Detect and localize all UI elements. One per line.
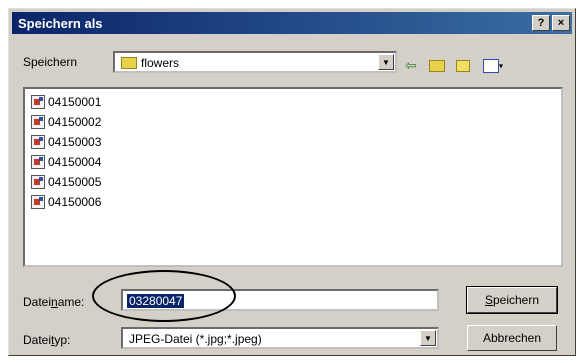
file-name-label-accel: n — [51, 295, 58, 309]
list-item[interactable]: 04150003 — [31, 133, 101, 151]
file-name: 04150003 — [48, 135, 102, 149]
file-name-label-pre: Datei — [23, 295, 52, 309]
close-button[interactable]: × — [552, 15, 570, 31]
file-type-value: JPEG-Datei (*.jpg;*.jpeg) — [129, 332, 262, 346]
save-in-label: Speichern — [23, 55, 78, 69]
file-name: 04150002 — [48, 115, 102, 129]
file-type-label-post: yp: — [54, 333, 71, 347]
file-type-combo[interactable]: JPEG-Datei (*.jpg;*.jpeg) ▼ — [121, 327, 439, 349]
list-item[interactable]: 04150004 — [31, 153, 101, 171]
image-file-icon — [31, 115, 45, 129]
view-menu-icon[interactable]: ▾ — [479, 55, 507, 75]
cancel-button[interactable]: Abbrechen — [467, 325, 557, 351]
file-list[interactable]: 04150001 04150002 04150003 04150004 0415… — [23, 87, 563, 267]
title-bar[interactable]: Speichern als ? × — [12, 12, 572, 34]
save-button-accel: S — [484, 293, 493, 307]
list-item[interactable]: 04150006 — [31, 193, 101, 211]
save-as-dialog: Speichern als ? × Speichern flowers ▼ ⇦ … — [8, 8, 576, 356]
image-file-icon — [31, 195, 45, 209]
help-button[interactable]: ? — [532, 15, 550, 31]
list-item[interactable]: 04150002 — [31, 113, 101, 131]
file-name-label: Dateiname: — [23, 295, 84, 309]
dialog-title: Speichern als — [18, 16, 103, 31]
up-folder-icon[interactable] — [427, 55, 447, 75]
folder-icon — [121, 57, 137, 69]
save-in-dropdown-arrow[interactable]: ▼ — [378, 54, 394, 70]
image-file-icon — [31, 95, 45, 109]
file-type-label: Dateityp: — [23, 333, 70, 347]
file-type-dropdown-arrow[interactable]: ▼ — [420, 330, 436, 346]
save-button[interactable]: Speichern — [466, 286, 558, 314]
file-name: 04150004 — [48, 155, 102, 169]
file-name: 04150005 — [48, 175, 102, 189]
file-name-label-post: ame: — [57, 295, 85, 309]
image-file-icon — [31, 135, 45, 149]
back-icon[interactable]: ⇦ — [401, 55, 421, 75]
highlight-ellipse — [92, 270, 236, 322]
list-item[interactable]: 04150001 — [31, 93, 101, 111]
file-name: 04150001 — [48, 95, 102, 109]
new-folder-icon[interactable] — [453, 55, 473, 75]
save-in-combo[interactable]: flowers ▼ — [113, 51, 397, 73]
save-button-label: peichern — [492, 293, 540, 307]
save-in-folder-name: flowers — [141, 56, 180, 70]
image-file-icon — [31, 175, 45, 189]
file-type-label-pre: Datei — [23, 333, 52, 347]
list-item[interactable]: 04150005 — [31, 173, 101, 191]
image-file-icon — [31, 155, 45, 169]
file-name: 04150006 — [48, 195, 102, 209]
